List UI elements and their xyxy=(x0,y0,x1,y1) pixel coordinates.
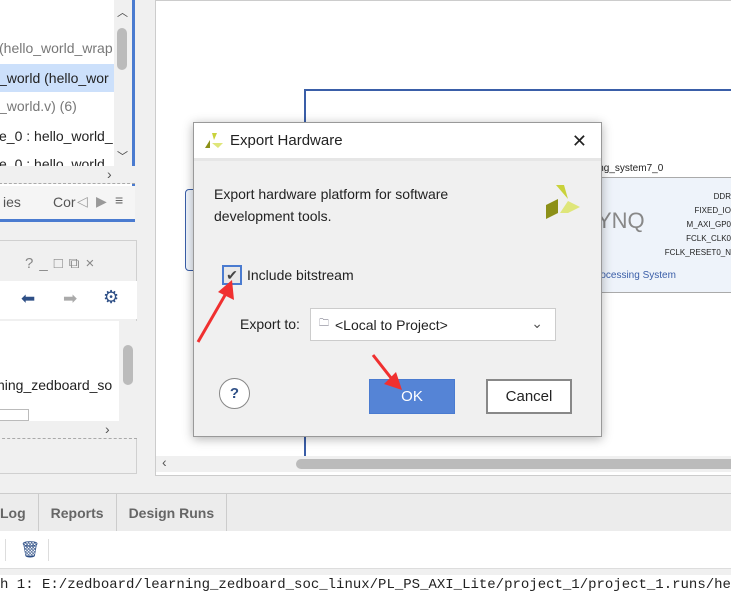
port-fclk-reset0-n[interactable]: FCLK_RESET0_N xyxy=(665,246,731,260)
port-ddr[interactable]: DDR xyxy=(665,190,731,204)
tree-row[interactable]: (hello_world_wrap xyxy=(0,40,113,56)
scroll-right-icon[interactable]: ▶ xyxy=(96,193,107,210)
vertical-scrollbar[interactable] xyxy=(119,321,137,421)
chevron-down-icon: ⌄ xyxy=(531,315,543,331)
tab-log[interactable]: Log xyxy=(0,494,39,531)
block-subtitle: rocessing System xyxy=(597,270,676,281)
zynq-block[interactable]: YNQ DDR FIXED_IO M_AXI_GP0 FCLK_CLK0 FCL… xyxy=(596,177,731,293)
tree-row-selected[interactable]: _world (hello_wor xyxy=(0,70,109,86)
close-icon[interactable]: ✕ xyxy=(572,131,587,152)
zynq-logo: YNQ xyxy=(597,208,645,233)
vertical-scrollbar[interactable]: ︿ ﹀ xyxy=(114,0,132,166)
help-icon[interactable]: ? xyxy=(25,255,39,272)
port-m-axi-gp0[interactable]: M_AXI_GP0 xyxy=(665,218,731,232)
chevron-right-icon[interactable]: › xyxy=(105,421,110,437)
chevron-right-icon[interactable]: › xyxy=(107,166,112,182)
tab-properties[interactable]: ies xyxy=(3,194,21,210)
menu-icon[interactable]: ≡ xyxy=(115,192,123,208)
xilinx-logo-icon xyxy=(546,185,580,219)
property-value: ning_zedboard_so xyxy=(0,377,113,393)
horizontal-scrollbar[interactable]: › xyxy=(0,421,137,439)
tree-row[interactable]: _world.v) (6) xyxy=(0,98,77,114)
port-fclk-clk0[interactable]: FCLK_CLK0 xyxy=(665,232,731,246)
gear-icon[interactable]: ⚙ xyxy=(103,287,119,308)
scroll-left-icon[interactable]: ◁ xyxy=(77,193,88,210)
cancel-button[interactable]: Cancel xyxy=(486,379,572,414)
console-output: h 1: E:/zedboard/learning_zedboard_soc_l… xyxy=(0,575,731,591)
minimize-icon[interactable]: _ xyxy=(39,255,53,272)
console-toolbar: 🗑 xyxy=(0,531,731,569)
trash-icon[interactable]: 🗑 xyxy=(20,540,40,560)
forward-arrow-icon[interactable]: ➡ xyxy=(63,289,77,309)
close-icon[interactable]: × xyxy=(85,255,100,272)
chevron-down-icon[interactable]: ﹀ xyxy=(117,148,128,164)
arrow-to-ok xyxy=(371,354,402,390)
horizontal-scrollbar[interactable]: › xyxy=(0,166,135,184)
maximize-icon[interactable]: □ xyxy=(54,255,69,272)
dialog-description: Export hardware platform for software de… xyxy=(214,186,449,224)
block-title: ing_system7_0 xyxy=(596,163,664,174)
back-arrow-icon[interactable]: ⬅ xyxy=(21,289,35,309)
dialog-title: Export Hardware xyxy=(230,132,343,149)
arrow-to-checkbox xyxy=(196,280,234,343)
tab-compile-order[interactable]: Cor xyxy=(53,194,76,210)
xilinx-logo-icon xyxy=(205,132,223,148)
annotation-arrows xyxy=(196,280,402,390)
properties-panel: ?_□⧉× ⬅ ➡ ⚙ ning_zedboard_so › xyxy=(0,240,137,474)
dialog-titlebar: Export Hardware ✕ xyxy=(194,123,601,161)
chevron-up-icon[interactable]: ︿ xyxy=(117,4,128,20)
panel-title-buttons[interactable]: ?_□⧉× xyxy=(25,255,100,272)
tab-design-runs[interactable]: Design Runs xyxy=(117,494,228,531)
chevron-left-icon[interactable]: ‹ xyxy=(162,454,167,470)
sources-panel: (hello_world_wrap _world (hello_wor _wor… xyxy=(0,0,135,222)
float-icon[interactable]: ⧉ xyxy=(69,255,86,272)
bottom-tab-bar: Log Reports Design Runs xyxy=(0,493,731,531)
tree-row[interactable]: e_0 : hello_world_ xyxy=(0,128,113,144)
horizontal-scrollbar[interactable]: ‹ xyxy=(156,454,731,472)
port-fixed-io[interactable]: FIXED_IO xyxy=(665,204,731,218)
tab-reports[interactable]: Reports xyxy=(39,494,117,531)
